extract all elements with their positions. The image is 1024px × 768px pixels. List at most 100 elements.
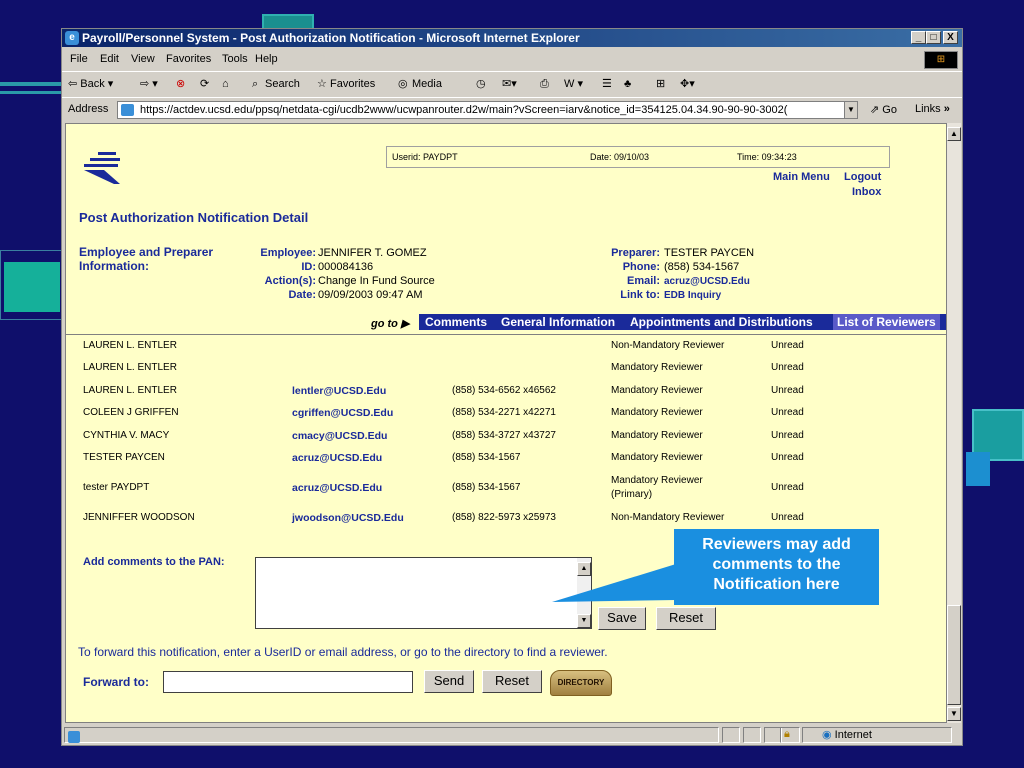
email-label: Email: [626, 275, 660, 287]
favorites-icon[interactable]: ☆ [317, 72, 327, 96]
browser-window: e Payroll/Personnel System - Post Author… [61, 28, 963, 746]
page-content: Userid: PAYDPT Date: 09/10/03 Time: 09:3… [65, 123, 947, 723]
email-field: Email: [510, 274, 660, 288]
decorative-line [0, 91, 62, 94]
menu-file[interactable]: File [70, 49, 88, 69]
session-info-box: Userid: PAYDPT Date: 09/10/03 Time: 09:3… [386, 146, 890, 168]
tab-appointments-distributions[interactable]: Appointments and Distributions [630, 314, 813, 330]
stop-icon[interactable]: ⊗ [176, 72, 185, 96]
close-button[interactable]: X [943, 31, 958, 44]
favorites-button[interactable]: Favorites [330, 72, 375, 96]
decorative-line [0, 82, 62, 86]
reviewer-email-link[interactable]: acruz@UCSD.Edu [292, 482, 382, 494]
userid-text: Userid: PAYDPT [392, 152, 458, 162]
window-title: Payroll/Personnel System - Post Authoriz… [82, 31, 580, 45]
menu-favorites[interactable]: Favorites [166, 49, 211, 69]
forward-instructions: To forward this notification, enter a Us… [78, 645, 608, 659]
reviewer-role: Mandatory Reviewer [611, 475, 703, 486]
menu-edit[interactable]: Edit [100, 49, 119, 69]
directory-button[interactable]: DIRECTORY [550, 670, 612, 696]
linkto-label: Link to: [620, 289, 660, 301]
preparer-email-link[interactable]: acruz@UCSD.Edu [664, 276, 750, 287]
callout-line: comments to the [712, 556, 841, 573]
main-menu-link[interactable]: Main Menu [773, 171, 830, 183]
media-button[interactable]: Media [412, 72, 442, 96]
divider [66, 334, 946, 335]
reviewer-email-link[interactable]: jwoodson@UCSD.Edu [292, 512, 404, 524]
menu-view[interactable]: View [131, 49, 155, 69]
reviewer-role: Mandatory Reviewer [611, 430, 703, 441]
search-icon[interactable]: ⌕ [252, 72, 258, 96]
media-icon[interactable]: ◎ [398, 72, 408, 96]
tab-comments[interactable]: Comments [425, 314, 487, 330]
date-field: Date: [116, 288, 316, 302]
reviewer-name: JENNIFFER WOODSON [83, 512, 195, 523]
preparer-field: Preparer: [510, 246, 660, 260]
play-arrow-icon: ▶ [400, 318, 410, 330]
tools-icon[interactable]: ✥▾ [680, 72, 695, 96]
history-icon[interactable]: ◷ [476, 72, 486, 96]
date-value: 09/09/2003 09:47 AM [318, 289, 423, 301]
forward-button[interactable]: ⇨ ▾ [140, 72, 158, 96]
decorative-square [966, 452, 990, 486]
go-button[interactable]: ⇗ Go [870, 103, 897, 116]
reviewer-name: tester PAYDPT [83, 482, 150, 493]
messenger-icon[interactable]: ♣ [624, 72, 631, 96]
mail-icon[interactable]: ✉▾ [502, 72, 517, 96]
back-button[interactable]: ⇦ Back ▾ [68, 72, 113, 96]
reviewer-phone: (858) 534-2271 x42271 [452, 407, 556, 418]
phone-value: (858) 534-1567 [664, 261, 740, 273]
home-icon[interactable]: ⌂ [222, 72, 229, 96]
links-button[interactable]: Links » [915, 103, 950, 115]
logout-link[interactable]: Logout [844, 171, 881, 183]
search-button[interactable]: Search [265, 72, 300, 96]
employee-name: JENNIFER T. GOMEZ [318, 247, 427, 259]
scroll-down-icon[interactable]: ▼ [577, 614, 591, 628]
edb-inquiry-link[interactable]: EDB Inquiry [664, 290, 721, 301]
comments-reset-button[interactable]: Reset [656, 607, 716, 630]
refresh-icon[interactable]: ⟳ [200, 72, 209, 96]
tab-list-of-reviewers[interactable]: List of Reviewers [833, 314, 940, 330]
maximize-button[interactable]: □ [926, 31, 941, 44]
inbox-link[interactable]: Inbox [852, 186, 881, 198]
reviewer-email-link[interactable]: cmacy@UCSD.Edu [292, 430, 387, 442]
toolbar: ⇦ Back ▾ ⇨ ▾ ⊗ ⟳ ⌂ ⌕ Search ☆ Favorites … [62, 71, 962, 96]
reviewer-role: Mandatory Reviewer [611, 362, 703, 373]
page-scrollbar[interactable]: ▲ ▼ [947, 123, 961, 723]
comments-textarea[interactable]: ▲ ▼ [255, 557, 592, 629]
send-button[interactable]: Send [424, 670, 474, 693]
minimize-button[interactable]: _ [911, 31, 926, 44]
reviewer-phone: (858) 822-5973 x25973 [452, 512, 556, 523]
menu-help[interactable]: Help [255, 49, 278, 69]
address-input[interactable]: https://actdev.ucsd.edu/ppsq/netdata-cgi… [117, 101, 857, 119]
date-label: Date: [288, 289, 316, 301]
goto-label: go to ▶ [371, 317, 409, 330]
reviewer-email-link[interactable]: acruz@UCSD.Edu [292, 452, 382, 464]
forward-input[interactable] [163, 671, 413, 693]
linkto-value-wrap: EDB Inquiry [664, 288, 721, 303]
scroll-up-icon[interactable]: ▲ [947, 127, 961, 141]
scroll-down-icon[interactable]: ▼ [947, 707, 961, 721]
save-button[interactable]: Save [598, 607, 646, 630]
address-dropdown[interactable]: ▼ [844, 101, 858, 119]
forward-reset-button[interactable]: Reset [482, 670, 542, 693]
tab-general-information[interactable]: General Information [501, 314, 615, 330]
id-value: 000084136 [318, 261, 374, 273]
reviewer-phone: (858) 534-1567 [452, 482, 521, 493]
actions-label: Action(s): [264, 275, 316, 287]
reviewer-email-link[interactable]: cgriffen@UCSD.Edu [292, 407, 393, 419]
status-bar: 🔒︎ ◉ Internet [62, 725, 962, 745]
preparer-value: TESTER PAYCEN [664, 247, 755, 259]
scroll-thumb[interactable] [947, 605, 961, 705]
date-text: Date: 09/10/03 [590, 152, 650, 162]
discuss-icon[interactable]: ☰ [602, 72, 612, 96]
go-label: Go [882, 104, 897, 116]
edit-icon[interactable]: W ▾ [564, 72, 583, 96]
print-icon[interactable]: ⎙ [540, 72, 549, 96]
reviewer-email-link[interactable]: lentler@UCSD.Edu [292, 385, 386, 397]
reviewer-phone: (858) 534-1567 [452, 452, 521, 463]
globe-icon: ◉ [822, 729, 832, 741]
actions-value-wrap: Change In Fund Source [318, 274, 435, 288]
research-icon[interactable]: ⊞ [656, 72, 665, 96]
menu-tools[interactable]: Tools [222, 49, 248, 69]
